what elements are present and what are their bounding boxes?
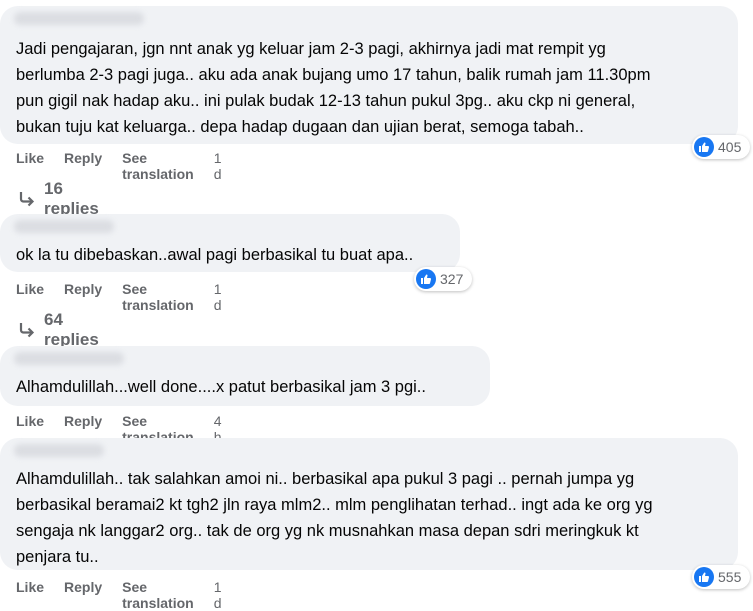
- see-translation-button[interactable]: See translation: [122, 579, 194, 611]
- author-name-redacted: [14, 220, 114, 233]
- comment-text: Alhamdulillah...well done....x patut ber…: [16, 378, 426, 396]
- reaction-count: 327: [440, 271, 464, 287]
- comment-actions: Like Reply See translation 1 d: [16, 579, 222, 611]
- see-translation-button[interactable]: See translation: [122, 150, 194, 182]
- reply-button[interactable]: Reply: [64, 281, 102, 313]
- comment-actions: Like Reply See translation 1 d: [16, 281, 222, 313]
- like-button[interactable]: Like: [16, 281, 44, 313]
- comment-bubble: Alhamdulillah...well done....x patut ber…: [0, 346, 490, 406]
- reaction-count-badge[interactable]: 327: [414, 267, 472, 291]
- comment-timestamp[interactable]: 1 d: [214, 579, 222, 611]
- reply-button[interactable]: Reply: [64, 579, 102, 611]
- thumbs-up-icon: [694, 567, 714, 587]
- comment-bubble: ok la tu dibebaskan..awal pagi berbasika…: [0, 214, 460, 272]
- reaction-count-badge[interactable]: 405: [692, 135, 750, 159]
- author-name-redacted: [14, 352, 124, 365]
- reaction-count-badge[interactable]: 555: [692, 565, 750, 589]
- reply-button[interactable]: Reply: [64, 150, 102, 182]
- see-translation-button[interactable]: See translation: [122, 281, 194, 313]
- comment-timestamp[interactable]: 1 d: [214, 150, 222, 182]
- comment-bubble: Alhamdulillah.. tak salahkan amoi ni.. b…: [0, 438, 738, 570]
- reply-arrow-icon: [18, 321, 36, 339]
- reaction-count: 405: [718, 139, 742, 155]
- comment-text: ok la tu dibebaskan..awal pagi berbasika…: [16, 246, 414, 264]
- like-button[interactable]: Like: [16, 150, 44, 182]
- view-replies-button[interactable]: 16 replies: [18, 179, 99, 219]
- replies-count-label: 64 replies: [44, 310, 99, 349]
- comment-text: Jadi pengajaran, jgn nnt anak yg keluar …: [16, 40, 651, 136]
- comment-actions: Like Reply See translation 1 d: [16, 150, 222, 182]
- like-button[interactable]: Like: [16, 579, 44, 611]
- comment-timestamp[interactable]: 1 d: [214, 281, 222, 313]
- author-name-redacted: [14, 12, 144, 25]
- thumbs-up-icon: [416, 269, 436, 289]
- author-name-redacted: [14, 444, 104, 457]
- comment-text: Alhamdulillah.. tak salahkan amoi ni.. b…: [16, 470, 653, 566]
- reaction-count: 555: [718, 569, 742, 585]
- view-replies-button[interactable]: 64 replies: [18, 310, 99, 350]
- replies-count-label: 16 replies: [44, 179, 99, 218]
- thumbs-up-icon: [694, 137, 714, 157]
- comment-bubble: Jadi pengajaran, jgn nnt anak yg keluar …: [0, 6, 738, 144]
- reply-arrow-icon: [18, 190, 36, 208]
